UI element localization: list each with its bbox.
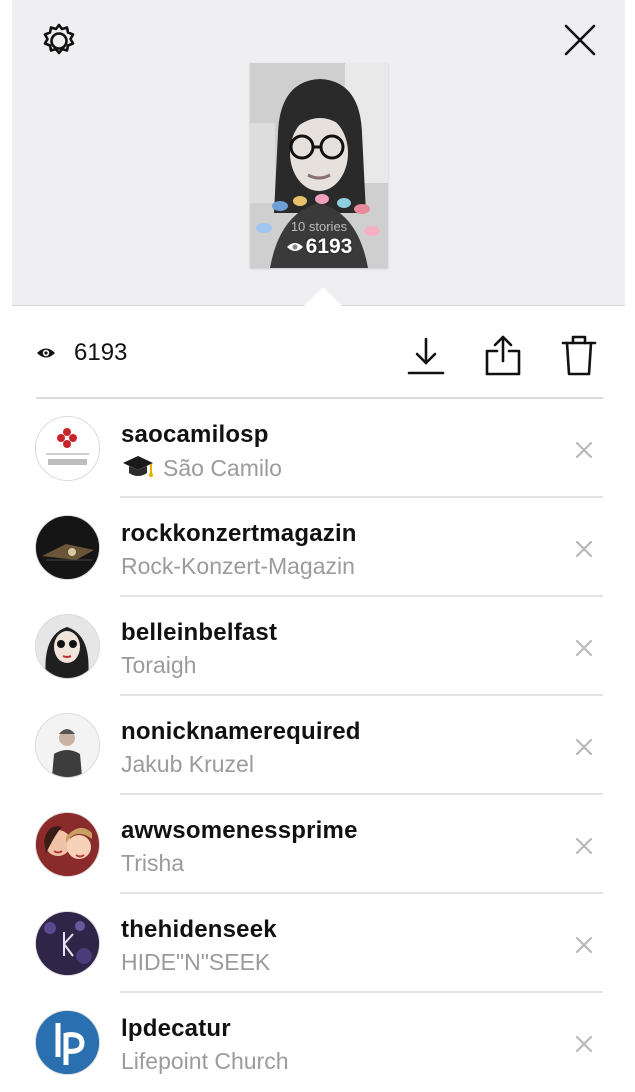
avatar[interactable] — [35, 713, 100, 778]
avatar-image — [36, 912, 99, 975]
viewer-username[interactable]: belleinbelfast — [121, 619, 277, 647]
avatar[interactable] — [35, 614, 100, 679]
thumbnail-caption: 10 stories — [290, 219, 348, 234]
remove-viewer-icon[interactable] — [573, 1033, 595, 1055]
avatar-image — [36, 813, 99, 876]
viewer-row[interactable]: rockkonzertmagazin Rock-Konzert-Magazin — [0, 498, 635, 597]
graduation-cap-icon — [123, 456, 153, 477]
remove-viewer-icon[interactable] — [573, 637, 595, 659]
remove-viewer-icon[interactable] — [573, 934, 595, 956]
avatar-image — [36, 516, 99, 579]
close-icon[interactable] — [562, 22, 598, 58]
viewer-row[interactable]: nonicknamerequired Jakub Kruzel — [0, 696, 635, 795]
avatar[interactable] — [35, 1010, 100, 1075]
viewer-fullname: Jakub Kruzel — [121, 751, 254, 777]
avatar-image — [36, 615, 99, 678]
avatar-image — [36, 417, 99, 480]
viewer-username[interactable]: thehidenseek — [121, 916, 277, 944]
view-count: 6193 — [74, 339, 128, 366]
viewer-row[interactable]: belleinbelfast Toraigh — [0, 597, 635, 696]
remove-viewer-icon[interactable] — [573, 736, 595, 758]
viewer-fullname: Rock-Konzert-Magazin — [121, 553, 355, 579]
thumbnail-views-text: 6193 — [305, 235, 353, 258]
avatar[interactable] — [35, 515, 100, 580]
viewer-fullname: Toraigh — [121, 652, 197, 678]
thumbnail-pointer — [304, 287, 342, 306]
eye-icon — [286, 243, 303, 252]
thumbnail-view-count: 6193 — [250, 235, 388, 259]
remove-viewer-icon[interactable] — [573, 835, 595, 857]
viewer-row[interactable]: lpdecatur Lifepoint Church — [0, 993, 635, 1092]
avatar[interactable] — [35, 812, 100, 877]
gear-icon[interactable] — [38, 20, 80, 62]
remove-viewer-icon[interactable] — [573, 538, 595, 560]
viewer-fullname: São Camilo — [121, 454, 282, 482]
viewer-row[interactable]: saocamilosp São Camilo — [0, 399, 635, 498]
viewer-list: saocamilosp São Camilo rockkonzertmagazi… — [0, 399, 635, 1092]
avatar[interactable] — [35, 911, 100, 976]
viewer-row[interactable]: awwsomenessprime Trisha — [0, 795, 635, 894]
viewer-fullname-text: São Camilo — [163, 455, 282, 481]
story-stats-bar: 6193 — [0, 325, 635, 383]
story-thumbnail[interactable]: 10 stories 6193 — [250, 63, 388, 268]
viewer-fullname: Lifepoint Church — [121, 1048, 289, 1074]
avatar-image — [36, 1011, 99, 1074]
avatar[interactable] — [35, 416, 100, 481]
share-icon[interactable] — [483, 333, 523, 377]
viewer-username[interactable]: lpdecatur — [121, 1015, 231, 1043]
viewer-username[interactable]: nonicknamerequired — [121, 718, 361, 746]
download-icon[interactable] — [406, 333, 446, 377]
viewer-username[interactable]: saocamilosp — [121, 421, 269, 449]
eye-icon — [37, 348, 55, 358]
remove-viewer-icon[interactable] — [573, 439, 595, 461]
avatar-image — [36, 714, 99, 777]
viewer-row[interactable]: thehidenseek HIDE"N"SEEK — [0, 894, 635, 993]
viewer-fullname: HIDE"N"SEEK — [121, 949, 271, 975]
viewer-fullname: Trisha — [121, 850, 185, 876]
trash-icon[interactable] — [559, 333, 599, 377]
viewer-username[interactable]: rockkonzertmagazin — [121, 520, 357, 548]
viewer-username[interactable]: awwsomenessprime — [121, 817, 358, 845]
